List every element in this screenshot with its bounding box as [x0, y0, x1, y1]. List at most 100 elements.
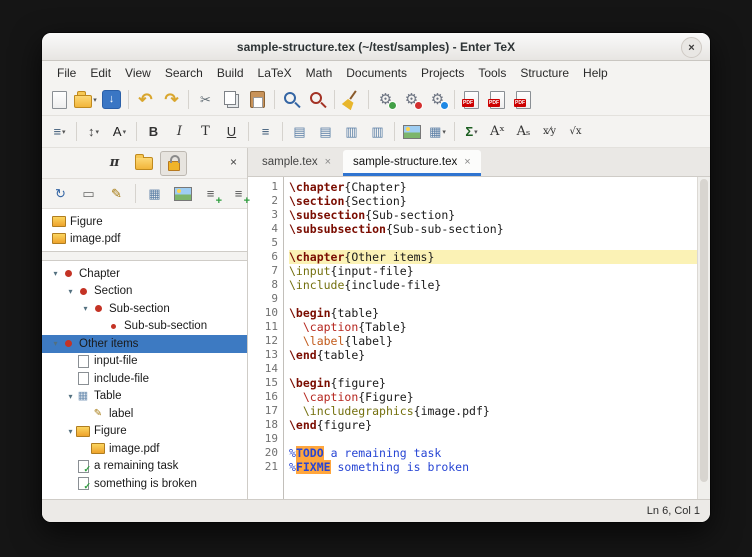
- sidebar-close-icon[interactable]: ×: [230, 155, 237, 169]
- expander-icon[interactable]: ▾: [50, 339, 61, 348]
- cut-icon[interactable]: ✂: [193, 88, 218, 111]
- save-file-icon[interactable]: ↓: [99, 88, 124, 111]
- math-icon[interactable]: Σ▾: [459, 120, 484, 143]
- expander-icon[interactable]: ▾: [65, 392, 76, 401]
- view-pdf-icon[interactable]: [459, 88, 484, 111]
- subscript-icon[interactable]: Aₛ: [511, 120, 536, 143]
- tree-item-sub-section[interactable]: ▾Sub-section: [42, 300, 247, 318]
- insert-table-icon[interactable]: ▦▾: [425, 120, 450, 143]
- typewriter-icon[interactable]: T: [193, 120, 218, 143]
- code-line-20[interactable]: %TODO a remaining task: [289, 446, 697, 460]
- tree-item-sub-sub-section[interactable]: Sub-sub-section: [42, 318, 247, 336]
- dropdown-arrow-icon[interactable]: ▾: [123, 128, 127, 136]
- code-line-9[interactable]: [289, 292, 697, 306]
- menu-view[interactable]: View: [118, 63, 158, 83]
- line-spacing-icon[interactable]: ↕▾: [81, 120, 106, 143]
- code-line-1[interactable]: \chapter{Chapter}: [289, 180, 697, 194]
- symbols-panel-icon[interactable]: π: [102, 151, 127, 174]
- messages-icon[interactable]: ▭: [76, 182, 101, 205]
- tab-sample-tex[interactable]: sample.tex×: [252, 150, 341, 176]
- tree-item-label[interactable]: label: [42, 405, 247, 423]
- dropdown-arrow-icon[interactable]: ▾: [93, 96, 97, 104]
- enumerate-icon[interactable]: ▤: [313, 120, 338, 143]
- paste-icon[interactable]: [245, 88, 270, 111]
- fraction-icon[interactable]: x⁄y: [537, 120, 562, 143]
- code-line-17[interactable]: \includegraphics{image.pdf}: [289, 404, 697, 418]
- image-icon[interactable]: [170, 182, 195, 205]
- menu-latex[interactable]: LaTeX: [251, 63, 299, 83]
- menu-search[interactable]: Search: [158, 63, 210, 83]
- code-line-6[interactable]: \chapter{Other items}: [289, 250, 697, 264]
- structure-level-icon[interactable]: ≡▾: [47, 120, 72, 143]
- tree-item-input-file[interactable]: input-file: [42, 353, 247, 371]
- code-line-7[interactable]: \input{input-file}: [289, 264, 697, 278]
- tree-item-a-remaining-task[interactable]: a remaining task: [42, 458, 247, 476]
- code-line-10[interactable]: \begin{table}: [289, 306, 697, 320]
- font-size-icon[interactable]: A▾: [107, 120, 132, 143]
- scrollbar-thumb[interactable]: [700, 179, 708, 482]
- tab-close-icon[interactable]: ×: [325, 156, 331, 168]
- refresh-icon[interactable]: ↻: [48, 182, 73, 205]
- underline-icon[interactable]: U: [219, 120, 244, 143]
- pdflatex-icon[interactable]: [485, 88, 510, 111]
- description-icon[interactable]: ▥: [339, 120, 364, 143]
- insert-image-icon[interactable]: [399, 120, 424, 143]
- undo-icon[interactable]: ↶: [133, 88, 158, 111]
- italic-icon[interactable]: I: [167, 120, 192, 143]
- tree-item-include-file[interactable]: include-file: [42, 370, 247, 388]
- menu-documents[interactable]: Documents: [339, 63, 414, 83]
- itemize-icon[interactable]: ▤: [287, 120, 312, 143]
- dropdown-arrow-icon[interactable]: ▾: [95, 128, 99, 136]
- vertical-scrollbar[interactable]: [697, 177, 710, 499]
- code-line-15[interactable]: \begin{figure}: [289, 376, 697, 390]
- menu-projects[interactable]: Projects: [414, 63, 471, 83]
- tree-item-table[interactable]: ▾Table: [42, 388, 247, 406]
- quickbuild-icon[interactable]: ⚙: [373, 88, 398, 111]
- superscript-icon[interactable]: Aˣ: [485, 120, 510, 143]
- code-line-18[interactable]: \end{figure}: [289, 418, 697, 432]
- tree-item-image-pdf[interactable]: image.pdf: [42, 440, 247, 458]
- tree-item-something-is-broken[interactable]: something is broken: [42, 475, 247, 493]
- add-item-icon[interactable]: ≡: [198, 182, 223, 205]
- code-line-8[interactable]: \include{include-file}: [289, 278, 697, 292]
- table-icon[interactable]: ▦: [142, 182, 167, 205]
- forward-search-icon[interactable]: [511, 88, 536, 111]
- open-file-icon[interactable]: ▾: [73, 88, 98, 111]
- code-line-3[interactable]: \subsection{Sub-section}: [289, 208, 697, 222]
- bold-icon[interactable]: B: [141, 120, 166, 143]
- redo-icon[interactable]: ↷: [159, 88, 184, 111]
- window-close-button[interactable]: ×: [681, 37, 702, 58]
- tree-item-figure[interactable]: ▾Figure: [42, 423, 247, 441]
- file-item-figure[interactable]: Figure: [42, 213, 247, 230]
- code-line-16[interactable]: \caption{Figure}: [289, 390, 697, 404]
- build-log-icon[interactable]: ⚙: [425, 88, 450, 111]
- code-line-11[interactable]: \caption{Table}: [289, 320, 697, 334]
- expander-icon[interactable]: ▾: [65, 287, 76, 296]
- menu-edit[interactable]: Edit: [83, 63, 118, 83]
- code-line-5[interactable]: [289, 236, 697, 250]
- code-line-2[interactable]: \section{Section}: [289, 194, 697, 208]
- add-section-icon[interactable]: ≡: [226, 182, 251, 205]
- center-icon[interactable]: ≡: [253, 120, 278, 143]
- dropdown-arrow-icon[interactable]: ▾: [474, 128, 478, 136]
- menu-help[interactable]: Help: [576, 63, 615, 83]
- code-line-19[interactable]: [289, 432, 697, 446]
- menu-build[interactable]: Build: [210, 63, 251, 83]
- menu-tools[interactable]: Tools: [471, 63, 513, 83]
- code-line-4[interactable]: \subsubsection{Sub-sub-section}: [289, 222, 697, 236]
- expander-icon[interactable]: ▾: [80, 304, 91, 313]
- quote-icon[interactable]: ▥: [365, 120, 390, 143]
- sqrt-icon[interactable]: √x: [563, 120, 588, 143]
- find-icon[interactable]: [279, 88, 304, 111]
- files-panel-icon[interactable]: [131, 151, 156, 174]
- copy-icon[interactable]: [219, 88, 244, 111]
- code-area[interactable]: \chapter{Chapter}\section{Section}\subse…: [284, 177, 697, 499]
- titlebar[interactable]: sample-structure.tex (~/test/samples) - …: [42, 33, 710, 61]
- dropdown-arrow-icon[interactable]: ▾: [442, 128, 446, 136]
- edit-icon[interactable]: ✎: [104, 182, 129, 205]
- menu-file[interactable]: File: [50, 63, 83, 83]
- tab-sample-structure-tex[interactable]: sample-structure.tex×: [343, 150, 481, 176]
- tree-item-chapter[interactable]: ▾Chapter: [42, 265, 247, 283]
- find-replace-icon[interactable]: [305, 88, 330, 111]
- tree-item-section[interactable]: ▾Section: [42, 283, 247, 301]
